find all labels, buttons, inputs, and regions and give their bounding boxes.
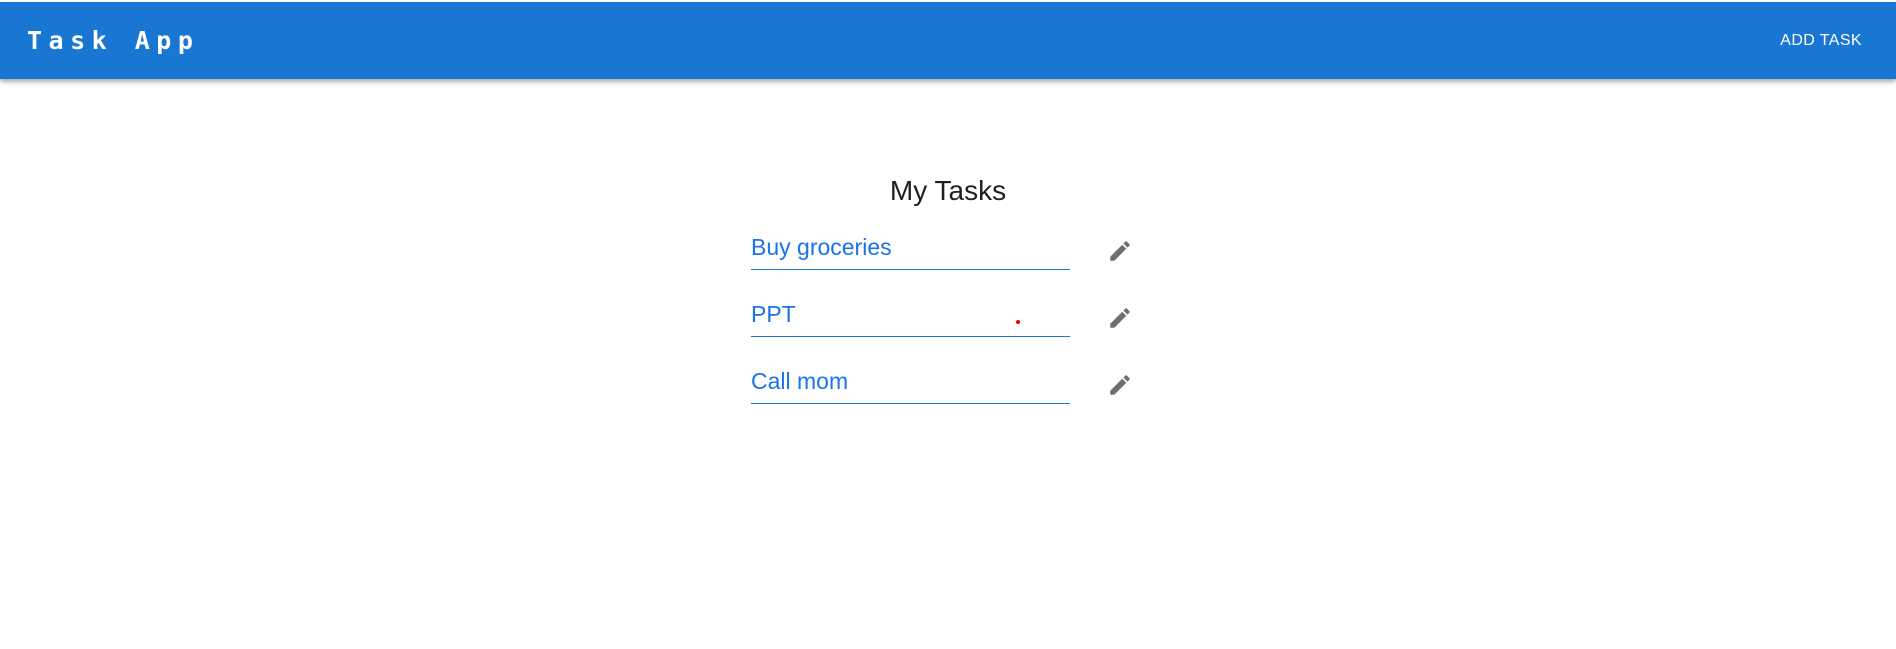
- pencil-icon: [1110, 375, 1130, 395]
- edit-task-button[interactable]: [1100, 365, 1140, 405]
- app-title: Task App: [27, 26, 200, 55]
- task-input-ppt[interactable]: [751, 292, 1070, 337]
- task-input-call-mom[interactable]: [751, 359, 1070, 404]
- app-bar: Task App ADD TASK: [0, 2, 1896, 79]
- task-list: [751, 225, 1141, 426]
- task-input-buy-groceries[interactable]: [751, 225, 1070, 270]
- edit-task-button[interactable]: [1100, 298, 1140, 338]
- add-task-button[interactable]: ADD TASK: [1768, 24, 1874, 58]
- task-row: [751, 359, 1141, 426]
- page-title: My Tasks: [889, 175, 1007, 206]
- edit-task-button[interactable]: [1100, 231, 1140, 271]
- mouse-cursor-marker: [1016, 320, 1020, 324]
- pencil-icon: [1110, 308, 1130, 328]
- task-row: [751, 225, 1141, 292]
- pencil-icon: [1110, 241, 1130, 261]
- task-row: [751, 292, 1141, 359]
